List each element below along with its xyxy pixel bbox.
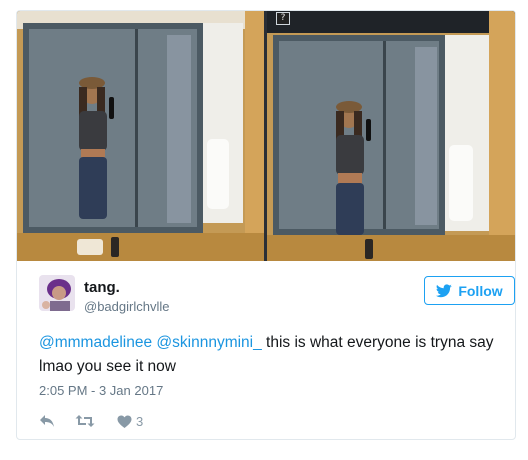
user-handle[interactable]: @badgirlchvlle: [84, 299, 169, 314]
tweet-card: ? tang. @badgirlchvlle Follow @mmmadelin…: [16, 10, 516, 440]
like-count: 3: [136, 414, 144, 429]
media-photo-right[interactable]: [267, 11, 515, 261]
media-photo-left[interactable]: [17, 11, 264, 261]
media-gallery: ?: [17, 11, 515, 261]
bird-icon: [436, 283, 453, 297]
tweet-actions: 3: [39, 414, 239, 432]
avatar[interactable]: [39, 275, 75, 311]
retweet-button[interactable]: [75, 414, 95, 428]
retweet-icon: [75, 415, 95, 427]
heart-icon: [117, 415, 132, 428]
follow-button[interactable]: Follow: [424, 276, 515, 305]
reply-icon: [40, 415, 54, 427]
help-icon[interactable]: ?: [276, 12, 290, 25]
mention-link[interactable]: @skinnnymini_: [156, 334, 261, 351]
tweet-header: tang. @badgirlchvlle Follow: [39, 275, 515, 319]
tweet-text: @mmmadelinee @skinnnymini_ this is what …: [39, 331, 499, 379]
display-name[interactable]: tang.: [84, 279, 120, 296]
tweet-timestamp[interactable]: 2:05 PM - 3 Jan 2017: [39, 383, 163, 398]
mention-link[interactable]: @mmmadelinee: [39, 334, 152, 351]
like-button[interactable]: 3: [117, 414, 143, 429]
reply-button[interactable]: [39, 414, 55, 428]
follow-label: Follow: [458, 282, 503, 299]
